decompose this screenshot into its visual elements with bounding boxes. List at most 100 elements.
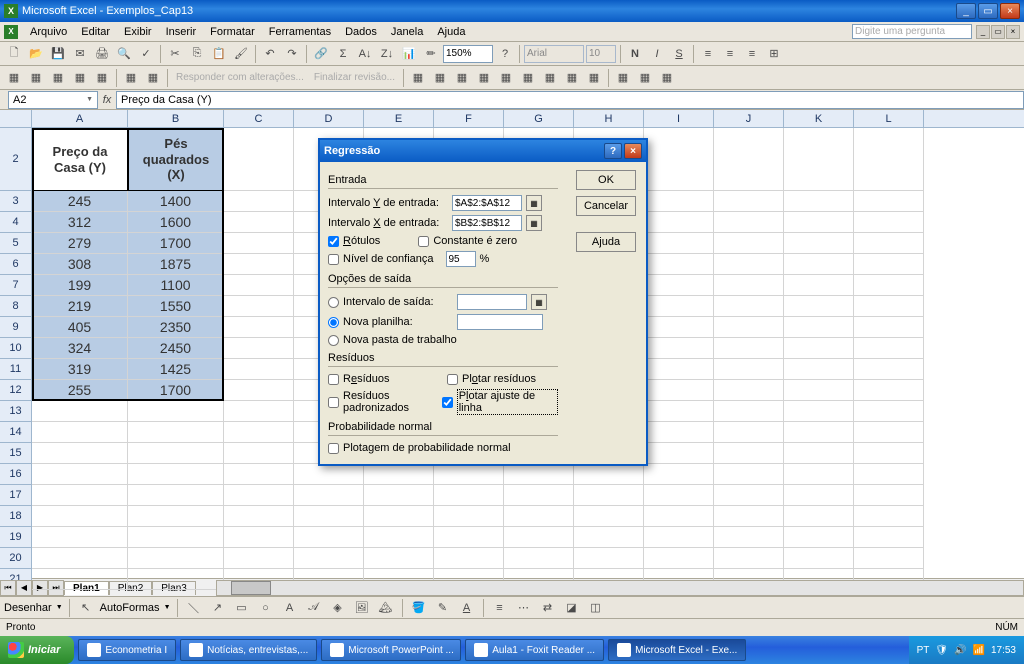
align-left-icon[interactable]: ≡ [698,44,718,64]
col-header-E[interactable]: E [364,110,434,128]
align-right-icon[interactable]: ≡ [742,44,762,64]
diagram-icon[interactable]: ◈ [328,598,348,618]
preview-icon[interactable]: 🔍 [114,44,134,64]
y-range-input[interactable] [452,195,522,211]
menu-dados[interactable]: Dados [339,24,383,40]
range-selector-icon[interactable]: ▦ [531,294,547,310]
font-input[interactable] [524,45,584,63]
drawing-icon[interactable]: ✏ [421,44,441,64]
range-selector-icon[interactable]: ▦ [526,215,542,231]
textbox-icon[interactable]: A [280,598,300,618]
toolbar-icon[interactable]: ▦ [584,68,604,88]
toolbar-icon[interactable]: ▦ [26,68,46,88]
ok-button[interactable]: OK [576,170,636,190]
toolbar-icon[interactable]: ▦ [70,68,90,88]
out-range-input[interactable] [457,294,527,310]
taskbar-item[interactable]: Microsoft Excel - Exe... [608,639,746,661]
select-all-corner[interactable] [0,110,32,128]
row-header-10[interactable]: 10 [0,338,31,359]
toolbar-icon[interactable]: ▦ [143,68,163,88]
menu-ajuda[interactable]: Ajuda [431,24,471,40]
row-header-7[interactable]: 7 [0,275,31,296]
hyperlink-icon[interactable]: 🔗 [311,44,331,64]
data-cell[interactable]: 2450 [128,338,224,359]
row-header-20[interactable]: 20 [0,548,31,569]
row-header-9[interactable]: 9 [0,317,31,338]
data-cell[interactable]: 1400 [128,191,224,212]
taskbar-item[interactable]: Notícias, entrevistas,... [180,639,317,661]
confianca-input[interactable] [446,251,476,267]
range-selector-icon[interactable]: ▦ [526,195,542,211]
picture-icon[interactable]: 🏔 [376,598,396,618]
bold-icon[interactable]: N [625,44,645,64]
spell-icon[interactable]: ✓ [136,44,156,64]
row-header-13[interactable]: 13 [0,401,31,422]
tray-icon[interactable]: 📶 [973,645,985,656]
clock[interactable]: 17:53 [991,645,1016,656]
taskbar-item[interactable]: Microsoft PowerPoint ... [321,639,461,661]
sort-desc-icon[interactable]: Z↓ [377,44,397,64]
formula-bar[interactable]: Preço da Casa (Y) [116,91,1024,109]
dialog-close-button[interactable]: × [624,143,642,159]
toolbar-icon[interactable]: ▦ [408,68,428,88]
data-cell[interactable]: 405 [32,317,128,338]
cut-icon[interactable]: ✂ [165,44,185,64]
fill-color-icon[interactable]: 🪣 [409,598,429,618]
fx-icon[interactable]: fx [98,94,116,106]
data-cell[interactable]: 324 [32,338,128,359]
data-cell[interactable]: 308 [32,254,128,275]
data-cell[interactable]: 1700 [128,233,224,254]
row-header-3[interactable]: 3 [0,191,31,212]
col-header-I[interactable]: I [644,110,714,128]
col-header-J[interactable]: J [714,110,784,128]
sort-asc-icon[interactable]: A↓ [355,44,375,64]
new-icon[interactable]: 🗋 [4,44,24,64]
minimize-button[interactable]: _ [956,3,976,19]
data-cell[interactable]: 1550 [128,296,224,317]
data-cell[interactable]: 1700 [128,380,224,401]
out-range-radio[interactable] [328,297,339,308]
taskbar-item[interactable]: Econometria I [78,639,176,661]
row-header-14[interactable]: 14 [0,422,31,443]
undo-icon[interactable]: ↶ [260,44,280,64]
language-indicator[interactable]: PT [917,645,930,656]
horizontal-scrollbar[interactable] [216,580,1024,596]
merge-icon[interactable]: ⊞ [764,44,784,64]
header-cell[interactable]: Pés quadrados (X) [128,128,224,191]
help-button[interactable]: Ajuda [576,232,636,252]
toolbar-icon[interactable]: ▦ [430,68,450,88]
mail-icon[interactable]: ✉ [70,44,90,64]
plot-prob-checkbox[interactable] [328,443,339,454]
menu-editar[interactable]: Editar [75,24,116,40]
menu-arquivo[interactable]: Arquivo [24,24,73,40]
clipart-icon[interactable]: 🖼 [352,598,372,618]
format-painter-icon[interactable]: 🖌 [231,44,251,64]
start-button[interactable]: Iniciar [0,636,74,664]
open-icon[interactable]: 📂 [26,44,46,64]
col-header-A[interactable]: A [32,110,128,128]
row-header-8[interactable]: 8 [0,296,31,317]
tray-icon[interactable]: 🔊 [954,645,966,656]
autosum-icon[interactable]: Σ [333,44,353,64]
data-cell[interactable]: 219 [32,296,128,317]
menu-exibir[interactable]: Exibir [118,24,158,40]
row-header-18[interactable]: 18 [0,506,31,527]
col-header-K[interactable]: K [784,110,854,128]
col-header-L[interactable]: L [854,110,924,128]
doc-restore-button[interactable]: ▭ [991,25,1005,39]
data-cell[interactable]: 245 [32,191,128,212]
new-sheet-radio[interactable] [328,317,339,328]
autoshapes-menu[interactable]: AutoFormas [100,602,160,614]
data-cell[interactable]: 1875 [128,254,224,275]
help-search-input[interactable] [852,24,972,39]
row-header-19[interactable]: 19 [0,527,31,548]
oval-icon[interactable]: ○ [256,598,276,618]
col-header-C[interactable]: C [224,110,294,128]
toolbar-icon[interactable]: ▦ [474,68,494,88]
name-box[interactable]: A2 ▼ [8,91,98,109]
data-cell[interactable]: 312 [32,212,128,233]
help-icon[interactable]: ? [495,44,515,64]
tray-icon[interactable]: 🛡 [935,645,948,656]
menu-formatar[interactable]: Formatar [204,24,261,40]
rect-icon[interactable]: ▭ [232,598,252,618]
